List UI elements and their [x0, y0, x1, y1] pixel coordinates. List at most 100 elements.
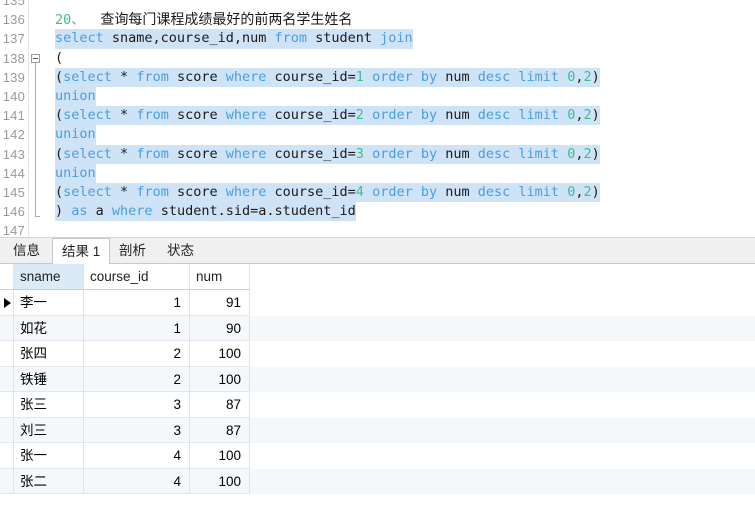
code-token: ) — [591, 107, 600, 124]
result-grid-body[interactable]: 李一 1 91 如花 1 90 张四 2 100 铁锤 2 100 张三 3 87 刘三 3 87 张一 4 100 张二… — [0, 290, 755, 494]
code-line[interactable]: 147 — [0, 221, 755, 237]
result-tab-3[interactable]: 剖析 — [110, 238, 154, 264]
result-tab-1[interactable]: 信息 — [4, 238, 48, 264]
code-line[interactable]: 135 — [0, 0, 755, 10]
code-token: * — [111, 145, 137, 162]
table-row[interactable]: 张三 3 87 — [0, 392, 755, 418]
line-number: 141 — [2, 108, 25, 124]
cell-sname[interactable]: 铁锤 — [14, 366, 84, 392]
code-line[interactable]: 145 (select * from score where course_id=… — [0, 183, 755, 203]
cell-num[interactable]: 100 — [190, 468, 250, 494]
code-token: by — [420, 68, 438, 85]
cell-num[interactable]: 100 — [190, 366, 250, 392]
code-token: where — [225, 107, 267, 124]
code-line[interactable]: 144 union — [0, 163, 755, 183]
line-number: 139 — [2, 69, 25, 85]
table-row[interactable]: 张二 4 100 — [0, 468, 755, 494]
row-marker-cell[interactable] — [0, 392, 14, 418]
code-token: course_id= — [266, 107, 356, 124]
code-token: where — [225, 184, 267, 200]
code-line[interactable]: 141 (select * from score where course_id=… — [0, 106, 755, 126]
cell-sname[interactable]: 张四 — [14, 341, 84, 367]
code-token: where — [225, 68, 267, 85]
cell-num[interactable]: 100 — [190, 341, 250, 367]
code-token: 1 — [355, 68, 364, 85]
cell-course-id[interactable]: 4 — [84, 468, 190, 494]
column-header-num[interactable]: num — [190, 264, 250, 290]
row-marker-cell[interactable] — [0, 417, 14, 443]
cell-sname[interactable]: 李一 — [14, 290, 84, 316]
cell-num[interactable]: 100 — [190, 443, 250, 469]
code-token: where — [111, 203, 153, 220]
line-number: 143 — [2, 146, 25, 162]
code-token: 20、 — [55, 12, 85, 29]
cell-sname[interactable]: 如花 — [14, 315, 84, 341]
code-token: course_id= — [266, 68, 356, 85]
code-token: 2 — [583, 145, 592, 162]
cell-sname[interactable]: 刘三 — [14, 417, 84, 443]
row-marker-cell[interactable] — [0, 366, 14, 392]
code-token: score — [168, 145, 226, 162]
code-token: student.sid=a.student_id — [152, 203, 356, 220]
cell-course-id[interactable]: 1 — [84, 315, 190, 341]
code-line[interactable]: 146) as a where student.sid=a.student_id — [0, 202, 755, 222]
code-line[interactable]: 136 20、 查询每门课程成绩最好的前两名学生姓名 — [0, 10, 755, 29]
code-token: ) — [55, 203, 72, 220]
code-line[interactable]: 142 union — [0, 125, 755, 145]
cell-course-id[interactable]: 3 — [84, 392, 190, 418]
result-tab-4[interactable]: 状态 — [158, 238, 202, 264]
code-text: union — [55, 125, 96, 145]
cell-sname[interactable]: 张二 — [14, 468, 84, 494]
row-marker-cell[interactable] — [0, 290, 14, 316]
fold-collapse-icon[interactable] — [31, 53, 40, 63]
row-marker-cell[interactable] — [0, 443, 14, 469]
cell-course-id[interactable]: 2 — [84, 341, 190, 367]
table-row[interactable]: 如花 1 90 — [0, 315, 755, 341]
result-grid[interactable]: sname course_id num 李一 1 91 如花 1 90 张四 2 100 铁锤 2 1… — [0, 264, 755, 513]
code-line[interactable]: 137 select sname,course_id,num from stude… — [0, 29, 755, 49]
row-marker-cell[interactable] — [0, 341, 14, 367]
code-text: ( — [55, 49, 63, 68]
cell-num[interactable]: 87 — [190, 417, 250, 443]
table-row[interactable]: 铁锤 2 100 — [0, 366, 755, 392]
cell-sname[interactable]: 张三 — [14, 392, 84, 418]
code-token: 2 — [355, 107, 364, 124]
cell-sname[interactable]: 张一 — [14, 443, 84, 469]
code-token: ) — [591, 68, 600, 85]
code-token: score — [168, 68, 226, 85]
code-line[interactable]: 139 (select * from score where course_id=… — [0, 67, 755, 87]
code-line[interactable]: 138 ( — [0, 49, 755, 68]
table-row[interactable]: 张四 2 100 — [0, 341, 755, 367]
code-line[interactable]: 143 (select * from score where course_id=… — [0, 144, 755, 164]
table-row[interactable]: 李一 1 91 — [0, 290, 755, 316]
code-line[interactable]: 140 union — [0, 87, 755, 107]
cell-course-id[interactable]: 4 — [84, 443, 190, 469]
code-token: select — [63, 145, 112, 162]
cell-num[interactable]: 90 — [190, 315, 250, 341]
line-number: 142 — [2, 127, 25, 143]
code-token: desc — [477, 68, 511, 85]
cell-course-id[interactable]: 1 — [84, 290, 190, 316]
result-tab-bar[interactable]: 信息 结果 1 剖析 状态 — [0, 237, 755, 265]
column-header-course-id[interactable]: course_id — [84, 264, 190, 290]
code-token: score — [168, 107, 226, 124]
code-token: select — [63, 184, 112, 200]
cell-num[interactable]: 91 — [190, 290, 250, 316]
code-text: (select * from score where course_id=3 o… — [55, 144, 600, 164]
cell-course-id[interactable]: 3 — [84, 417, 190, 443]
code-token: limit — [518, 107, 560, 124]
column-header-sname[interactable]: sname — [14, 264, 84, 290]
result-tab-2[interactable]: 结果 1 — [52, 238, 110, 265]
row-marker-cell[interactable] — [0, 315, 14, 341]
table-row[interactable]: 刘三 3 87 — [0, 417, 755, 443]
code-token: limit — [518, 145, 560, 162]
cell-num[interactable]: 87 — [190, 392, 250, 418]
row-marker-cell[interactable] — [0, 468, 14, 494]
code-token: num — [437, 184, 478, 200]
code-token: order — [372, 184, 413, 200]
sql-editor-pane[interactable]: 135 136 20、 查询每门课程成绩最好的前两名学生姓名 137 select sn… — [0, 0, 755, 237]
table-row[interactable]: 张一 4 100 — [0, 443, 755, 469]
code-token: num — [437, 145, 478, 162]
cell-course-id[interactable]: 2 — [84, 366, 190, 392]
